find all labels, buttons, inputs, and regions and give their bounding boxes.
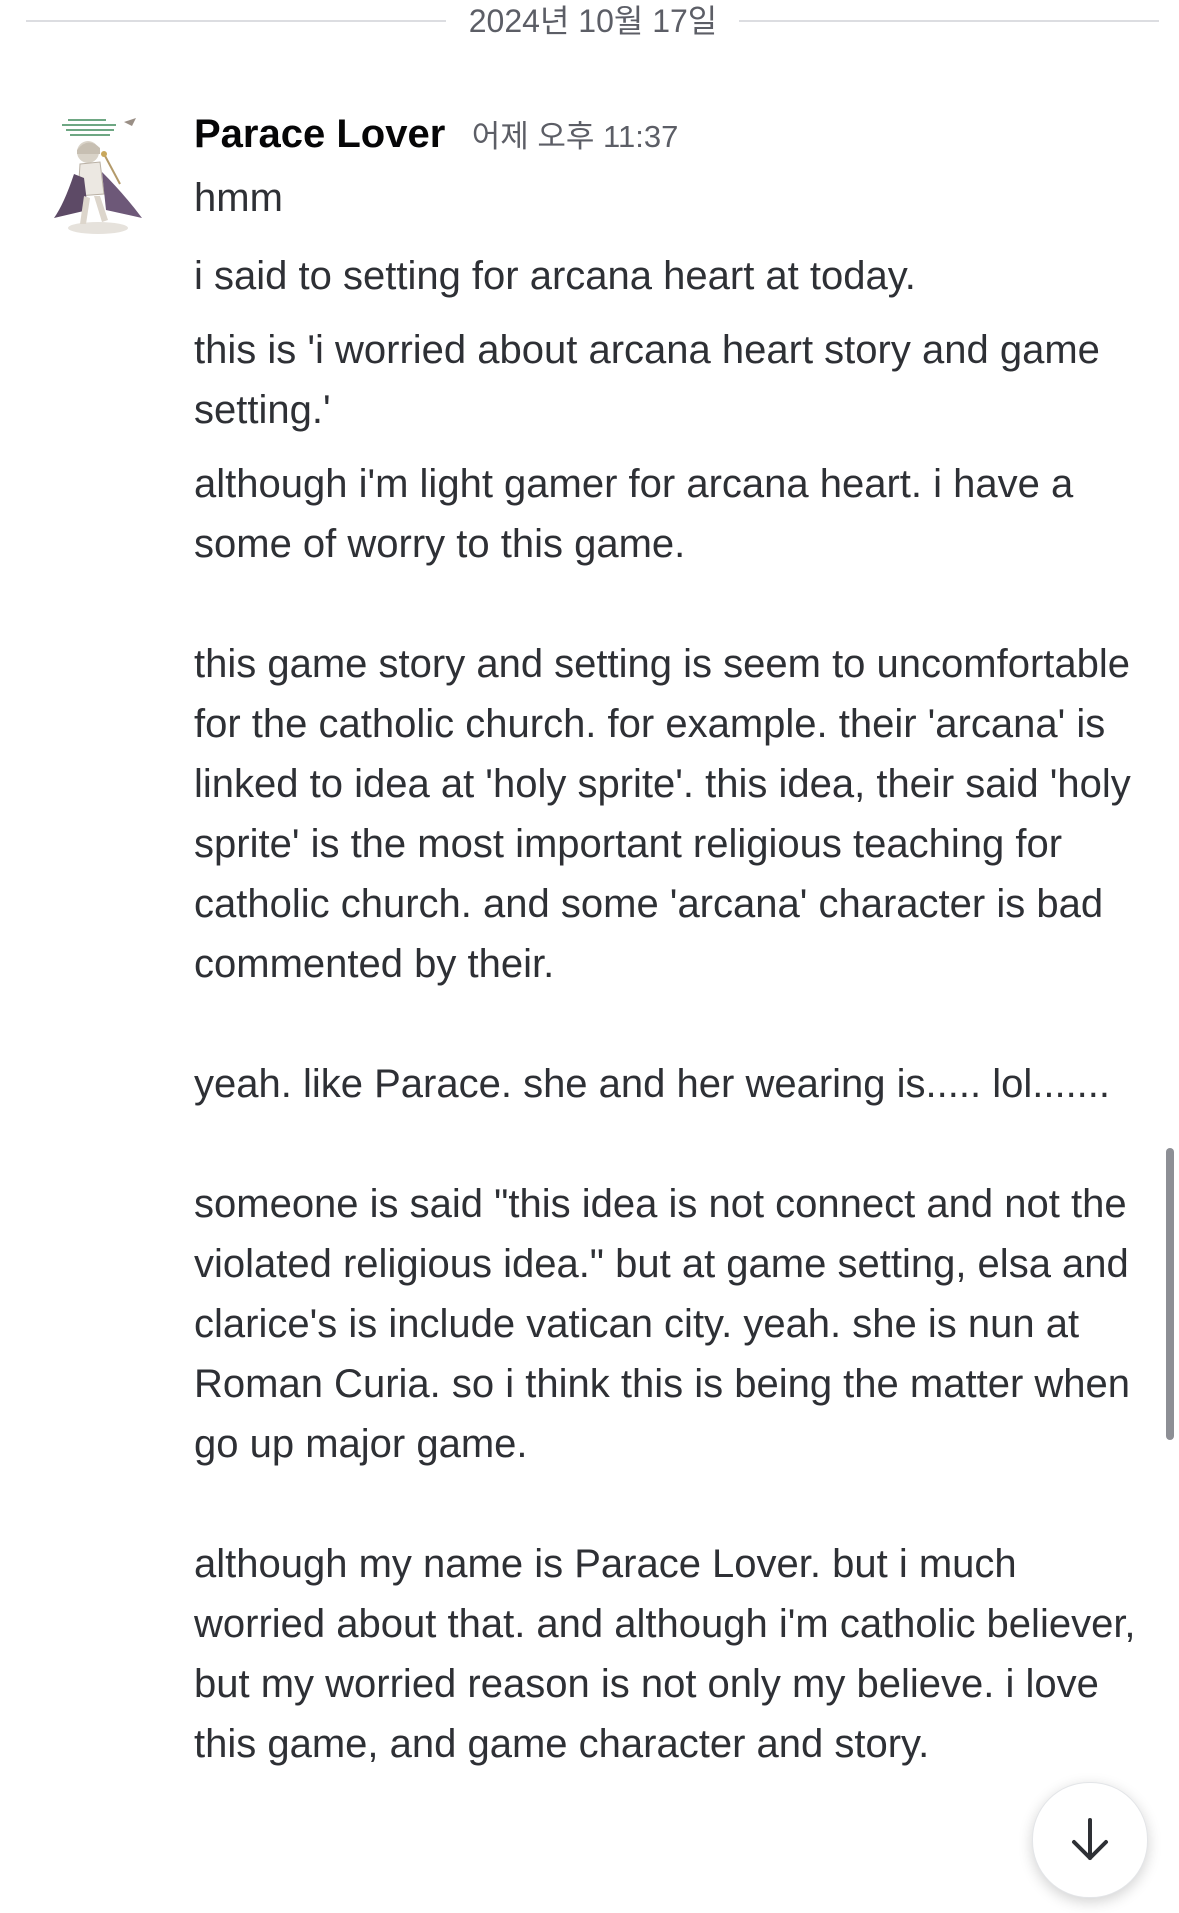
anime-character-avatar-icon [54, 118, 142, 234]
date-divider-label: 2024년 10월 17일 [468, 3, 718, 39]
message-line: this game story and setting is seem to u… [194, 642, 1131, 986]
message-line: yeah. like Parace. she and her wearing i… [194, 1062, 1111, 1106]
jump-to-latest-button[interactable] [1032, 1782, 1148, 1898]
message-line: although my name is Parace Lover. but i … [194, 1542, 1136, 1766]
avatar[interactable] [44, 114, 152, 238]
message-header: Parace Lover 어제 오후 11:37 [194, 108, 678, 160]
scrollbar-thumb[interactable] [1166, 1148, 1174, 1440]
message-line: i said to setting for arcana heart at to… [194, 254, 916, 298]
date-divider: 2024년 10월 17일 [26, 0, 1159, 44]
arrow-down-icon [1072, 1818, 1108, 1860]
message-line: someone is said "this idea is not connec… [194, 1182, 1130, 1466]
message-line: hmm [194, 176, 283, 220]
message-content: hmm i said to setting for arcana heart a… [194, 168, 1154, 1788]
author-name[interactable]: Parace Lover [194, 112, 445, 156]
message-timestamp: 어제 오후 11:37 [471, 119, 679, 154]
divider-line-right [739, 20, 1159, 22]
message-line: this is 'i worried about arcana heart st… [194, 328, 1100, 432]
message-line: although i'm light gamer for arcana hear… [194, 462, 1074, 566]
divider-line-left [26, 20, 446, 22]
